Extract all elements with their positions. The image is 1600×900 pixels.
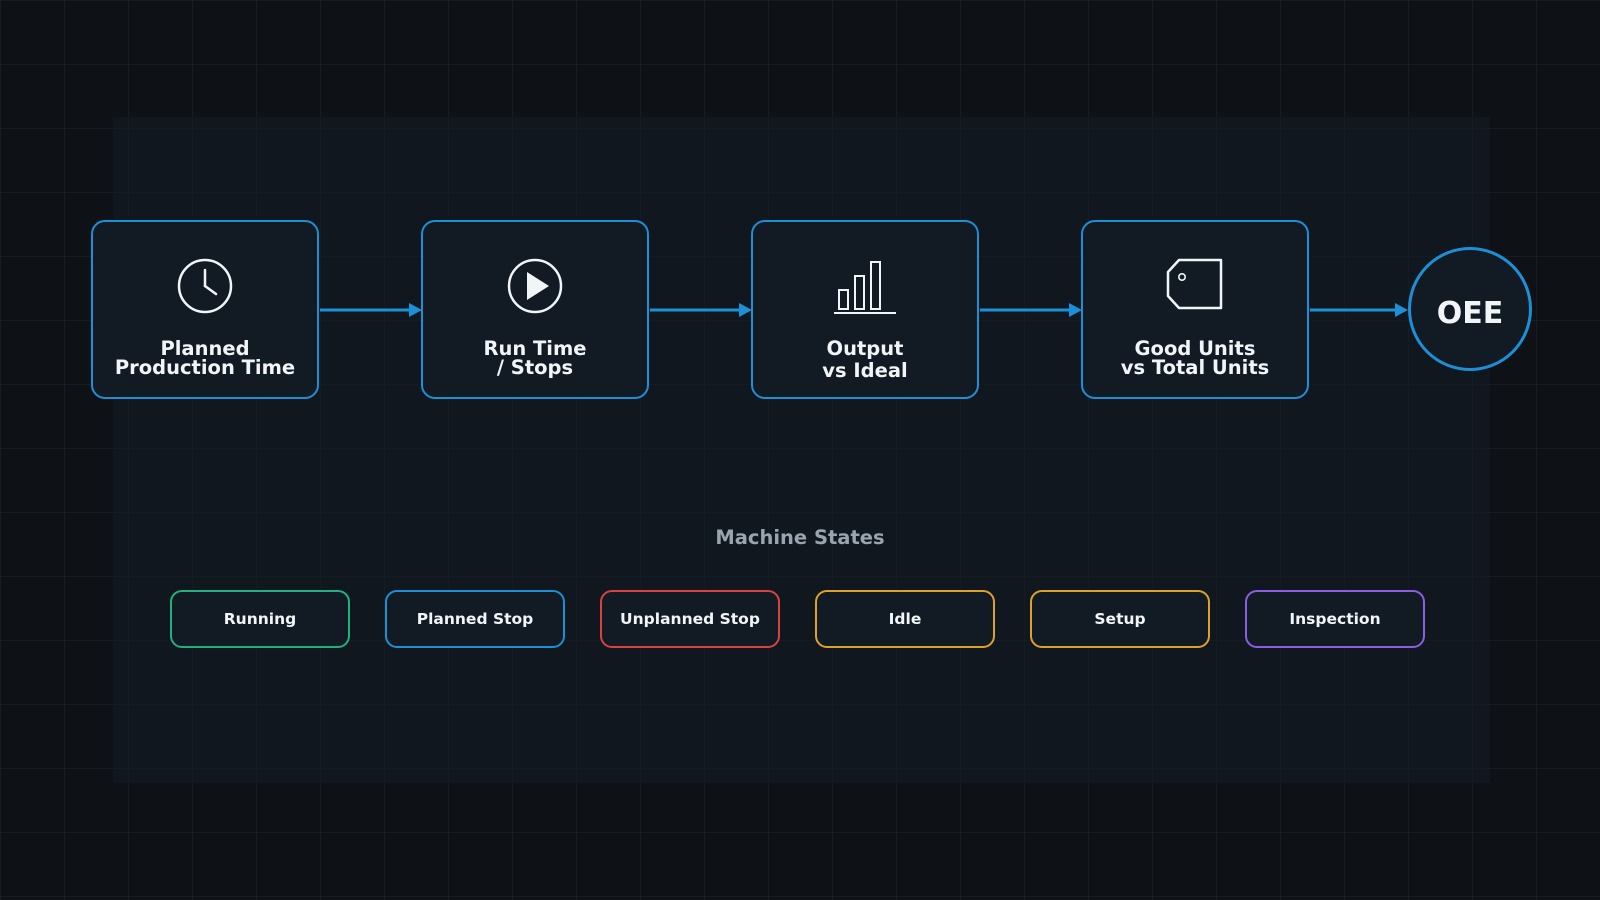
node-label-line-2: vs Ideal <box>822 359 908 382</box>
node-label-line-1: Output <box>826 337 904 360</box>
connector-1 <box>320 303 422 317</box>
oee-result-node: OEE <box>1408 247 1532 371</box>
state-planned-stop: Planned Stop <box>385 590 565 648</box>
play-icon <box>503 254 567 318</box>
state-setup: Setup <box>1030 590 1210 648</box>
node-output-vs-ideal: Output vs Ideal <box>751 220 979 399</box>
state-inspection: Inspection <box>1245 590 1425 648</box>
node-planned-production-time: Planned Production Time <box>91 220 319 399</box>
connector-2 <box>650 303 752 317</box>
tag-icon <box>1163 254 1227 318</box>
bar-chart-icon <box>833 254 897 318</box>
node-label: Good Units vs Total Units <box>1083 339 1307 379</box>
flow-connectors <box>320 303 1408 317</box>
node-label: Planned Production Time <box>93 339 317 379</box>
state-label: Running <box>223 610 297 628</box>
node-label-line-2: / Stops <box>496 356 574 379</box>
connector-3 <box>980 303 1082 317</box>
clock-icon <box>173 254 237 318</box>
state-label: Unplanned Stop <box>620 610 760 628</box>
state-label: Inspection <box>1289 610 1381 628</box>
node-label-line-2: vs Total Units <box>1120 356 1270 379</box>
state-label: Idle <box>888 610 922 628</box>
node-run-time-stops: Run Time / Stops <box>421 220 649 399</box>
state-label: Planned Stop <box>416 610 534 628</box>
machine-states-title: Machine States <box>715 526 885 549</box>
oee-label: OEE <box>1436 295 1504 331</box>
state-label: Setup <box>1094 610 1146 628</box>
state-idle: Idle <box>815 590 995 648</box>
diagram-canvas: Planned Production Time Run Time / Stops <box>0 0 1600 900</box>
node-label: Output vs Ideal <box>753 338 977 382</box>
connector-4 <box>1310 303 1408 317</box>
node-label: Run Time / Stops <box>423 339 647 379</box>
state-unplanned-stop: Unplanned Stop <box>600 590 780 648</box>
node-label-line-2: Production Time <box>114 356 296 379</box>
state-running: Running <box>170 590 350 648</box>
node-good-units-vs-total-units: Good Units vs Total Units <box>1081 220 1309 399</box>
